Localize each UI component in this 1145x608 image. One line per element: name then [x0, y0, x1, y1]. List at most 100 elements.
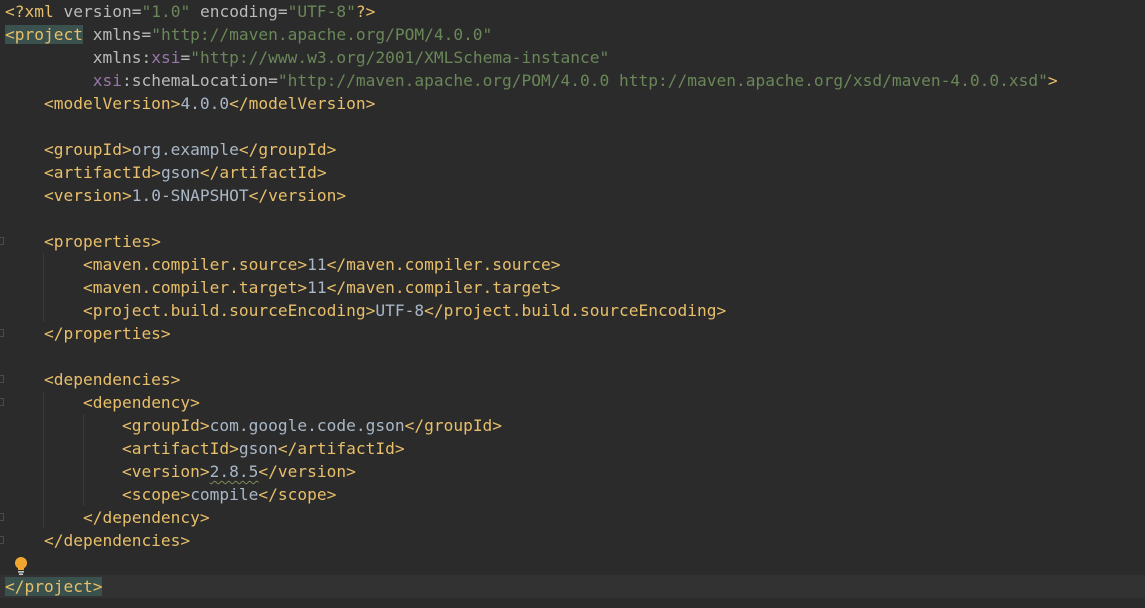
- open-tag: <artifactId>: [121, 439, 239, 458]
- close-tag: </artifactId>: [199, 163, 327, 182]
- attr-value: "http://maven.apache.org/POM/4.0.0": [151, 25, 493, 44]
- xml-prolog-close: ?>: [355, 2, 376, 21]
- close-tag: </properties>: [43, 324, 171, 343]
- code-line[interactable]: <dependencies>: [0, 368, 1145, 391]
- attr-value: "UTF-8": [287, 2, 356, 21]
- code-line[interactable]: <version>1.0-SNAPSHOT</version>: [0, 184, 1145, 207]
- attr-name: version: [63, 2, 132, 21]
- code-line[interactable]: <maven.compiler.source>11</maven.compile…: [0, 253, 1145, 276]
- close-tag: </maven.compiler.source>: [326, 255, 561, 274]
- attr-name: xmlns:: [92, 48, 152, 67]
- open-tag: <dependencies>: [43, 370, 181, 389]
- code-line-current[interactable]: </project>: [0, 575, 1145, 598]
- close-tag: </dependencies>: [43, 531, 191, 550]
- close-tag: </project.build.sourceEncoding>: [424, 301, 727, 320]
- tag-text: 1.0-SNAPSHOT: [131, 186, 249, 205]
- code-line[interactable]: <maven.compiler.target>11</maven.compile…: [0, 276, 1145, 299]
- code-line[interactable]: <scope>compile</scope>: [0, 483, 1145, 506]
- code-line[interactable]: </dependency>: [0, 506, 1145, 529]
- code-line[interactable]: <artifactId>gson</artifactId>: [0, 161, 1145, 184]
- code-line[interactable]: xsi:schemaLocation="http://maven.apache.…: [0, 69, 1145, 92]
- open-tag: <project.build.sourceEncoding>: [82, 301, 376, 320]
- close-tag: </dependency>: [82, 508, 210, 527]
- equals: =: [180, 48, 191, 67]
- attr-name: xmlns: [92, 25, 142, 44]
- tag-text: com.google.code.gson: [209, 416, 405, 435]
- tag-text: gson: [160, 163, 200, 182]
- open-tag: <maven.compiler.source>: [82, 255, 308, 274]
- open-tag: <maven.compiler.target>: [82, 278, 308, 297]
- open-tag: <artifactId>: [43, 163, 161, 182]
- open-tag: <properties>: [43, 232, 161, 251]
- code-line[interactable]: <project.build.sourceEncoding>UTF-8</pro…: [0, 299, 1145, 322]
- attr-name: encoding: [199, 2, 278, 21]
- close-tag: </groupId>: [404, 416, 503, 435]
- attr-value: "http://www.w3.org/2001/XMLSchema-instan…: [190, 48, 610, 67]
- tag-text: compile: [190, 485, 259, 504]
- code-line[interactable]: <version>2.8.5</version>: [0, 460, 1145, 483]
- tag-text-warning: 2.8.5: [209, 462, 259, 481]
- code-line[interactable]: <groupId>org.example</groupId>: [0, 138, 1145, 161]
- tag-text: 11: [307, 255, 327, 274]
- close-tag: </version>: [248, 186, 347, 205]
- code-line[interactable]: <project xmlns="http://maven.apache.org/…: [0, 23, 1145, 46]
- lightbulb-icon[interactable]: [12, 556, 30, 576]
- tag-text: org.example: [131, 140, 239, 159]
- open-tag: <dependency>: [82, 393, 200, 412]
- equals: =: [268, 71, 278, 90]
- code-line[interactable]: <dependency>: [0, 391, 1145, 414]
- open-tag: <project: [5, 25, 83, 44]
- attr-value: "1.0": [141, 2, 191, 21]
- code-line[interactable]: <properties>: [0, 230, 1145, 253]
- code-line[interactable]: <modelVersion>4.0.0</modelVersion>: [0, 92, 1145, 115]
- code-line[interactable]: <artifactId>gson</artifactId>: [0, 437, 1145, 460]
- open-tag: <groupId>: [43, 140, 132, 159]
- tag-text: UTF-8: [375, 301, 425, 320]
- close-tag: </artifactId>: [277, 439, 405, 458]
- namespace-prefix: xsi: [92, 71, 122, 90]
- code-line[interactable]: xmlns:xsi="http://www.w3.org/2001/XMLSch…: [0, 46, 1145, 69]
- attr-name: :schemaLocation: [121, 71, 269, 90]
- code-line[interactable]: <groupId>com.google.code.gson</groupId>: [0, 414, 1145, 437]
- open-tag: <version>: [43, 186, 132, 205]
- close-tag: </project>: [5, 577, 103, 596]
- open-tag: <groupId>: [121, 416, 210, 435]
- close-tag: </maven.compiler.target>: [326, 278, 561, 297]
- code-line[interactable]: <?xml version="1.0" encoding="UTF-8"?>: [0, 0, 1145, 23]
- code-line[interactable]: </dependencies>: [0, 529, 1145, 552]
- equals: =: [277, 2, 288, 21]
- tag-text: 11: [307, 278, 327, 297]
- close-tag: </groupId>: [238, 140, 337, 159]
- tag-close-bracket: >: [1047, 71, 1058, 90]
- equals: =: [131, 2, 142, 21]
- close-tag: </modelVersion>: [229, 94, 376, 113]
- open-tag: <version>: [121, 462, 210, 481]
- open-tag: <modelVersion>: [43, 94, 181, 113]
- open-tag: <scope>: [121, 485, 191, 504]
- code-line[interactable]: </properties>: [0, 322, 1145, 345]
- tag-text: 4.0.0: [180, 94, 230, 113]
- xml-prolog-open: <?xml: [5, 2, 64, 21]
- code-editor[interactable]: <?xml version="1.0" encoding="UTF-8"?> <…: [0, 0, 1145, 608]
- tag-text: gson: [238, 439, 278, 458]
